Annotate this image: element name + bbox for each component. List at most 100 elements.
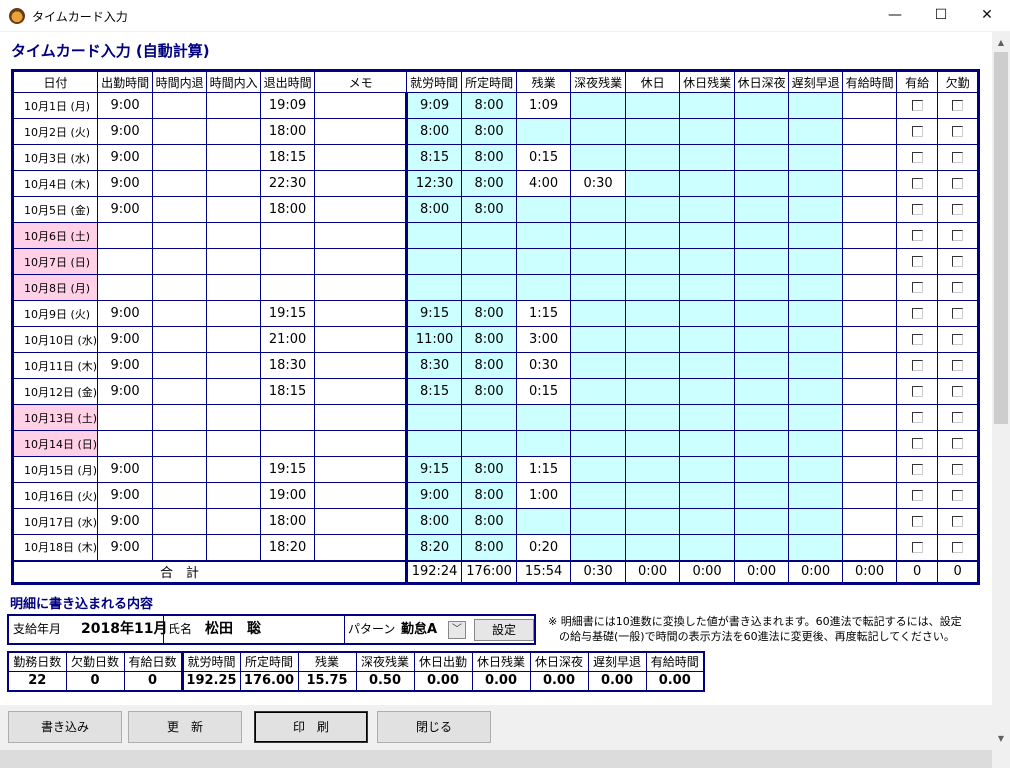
time-cell[interactable]: 12:30 <box>405 170 463 197</box>
pattern-dropdown-icon[interactable]: ﹀ <box>448 621 466 639</box>
time-cell[interactable] <box>679 300 736 327</box>
scroll-thumb[interactable] <box>994 52 1008 424</box>
time-cell[interactable] <box>152 430 208 457</box>
time-cell[interactable] <box>206 456 262 483</box>
absent-checkbox[interactable] <box>952 386 964 397</box>
time-cell[interactable] <box>734 326 790 353</box>
time-cell[interactable] <box>152 92 208 119</box>
time-cell[interactable] <box>625 300 681 327</box>
time-cell[interactable] <box>625 92 681 119</box>
time-cell[interactable] <box>152 300 208 327</box>
checkbox-cell[interactable] <box>937 404 980 431</box>
time-cell[interactable] <box>206 222 262 249</box>
time-cell[interactable]: 11:00 <box>405 326 463 353</box>
time-cell[interactable] <box>570 300 627 327</box>
time-cell[interactable] <box>734 196 790 223</box>
time-cell[interactable] <box>842 404 898 431</box>
time-cell[interactable] <box>570 326 627 353</box>
time-cell[interactable] <box>842 118 898 145</box>
time-cell[interactable] <box>625 326 681 353</box>
time-cell[interactable]: 18:00 <box>260 196 316 223</box>
checkbox-cell[interactable] <box>896 352 939 379</box>
time-cell[interactable]: 4:00 <box>516 170 572 197</box>
paid-checkbox[interactable] <box>911 308 923 319</box>
time-cell[interactable] <box>625 534 681 561</box>
time-cell[interactable]: 9:00 <box>97 352 154 379</box>
time-cell[interactable] <box>152 482 208 509</box>
time-cell[interactable] <box>206 92 262 119</box>
time-cell[interactable]: 9:00 <box>97 482 154 509</box>
time-cell[interactable] <box>679 144 736 171</box>
checkbox-cell[interactable] <box>937 118 980 145</box>
time-cell[interactable]: 8:00 <box>405 196 463 223</box>
checkbox-cell[interactable] <box>896 170 939 197</box>
time-cell[interactable] <box>152 326 208 353</box>
absent-checkbox[interactable] <box>952 438 964 449</box>
time-cell[interactable]: 9:15 <box>405 300 463 327</box>
time-cell[interactable] <box>734 118 790 145</box>
time-cell[interactable] <box>734 144 790 171</box>
time-cell[interactable] <box>842 508 898 535</box>
time-cell[interactable] <box>152 456 208 483</box>
time-cell[interactable]: 8:00 <box>461 196 518 223</box>
time-cell[interactable] <box>625 404 681 431</box>
time-cell[interactable] <box>152 248 208 275</box>
time-cell[interactable] <box>842 352 898 379</box>
time-cell[interactable] <box>314 482 408 509</box>
time-cell[interactable] <box>260 222 316 249</box>
time-cell[interactable]: 8:00 <box>461 326 518 353</box>
checkbox-cell[interactable] <box>937 248 980 275</box>
time-cell[interactable] <box>842 170 898 197</box>
time-cell[interactable]: 9:00 <box>97 508 154 535</box>
time-cell[interactable] <box>679 430 736 457</box>
checkbox-cell[interactable] <box>937 508 980 535</box>
time-cell[interactable] <box>734 274 790 301</box>
time-cell[interactable] <box>206 430 262 457</box>
time-cell[interactable] <box>314 144 408 171</box>
time-cell[interactable] <box>842 482 898 509</box>
checkbox-cell[interactable] <box>896 326 939 353</box>
checkbox-cell[interactable] <box>896 118 939 145</box>
time-cell[interactable] <box>625 456 681 483</box>
time-cell[interactable]: 3:00 <box>516 326 572 353</box>
checkbox-cell[interactable] <box>896 248 939 275</box>
checkbox-cell[interactable] <box>937 196 980 223</box>
time-cell[interactable] <box>570 404 627 431</box>
time-cell[interactable]: 21:00 <box>260 326 316 353</box>
time-cell[interactable]: 1:15 <box>516 300 572 327</box>
print-button[interactable]: 印 刷 <box>254 711 368 743</box>
time-cell[interactable] <box>570 430 627 457</box>
time-cell[interactable] <box>842 92 898 119</box>
checkbox-cell[interactable] <box>896 456 939 483</box>
paid-checkbox[interactable] <box>911 126 923 137</box>
time-cell[interactable] <box>405 274 463 301</box>
time-cell[interactable] <box>152 352 208 379</box>
checkbox-cell[interactable] <box>896 92 939 119</box>
absent-checkbox[interactable] <box>952 334 964 345</box>
checkbox-cell[interactable] <box>937 326 980 353</box>
time-cell[interactable] <box>516 404 572 431</box>
time-cell[interactable] <box>405 404 463 431</box>
vertical-scrollbar[interactable]: ▲ ▼ <box>992 32 1010 768</box>
time-cell[interactable] <box>625 248 681 275</box>
time-cell[interactable] <box>625 378 681 405</box>
time-cell[interactable] <box>734 92 790 119</box>
time-cell[interactable] <box>734 430 790 457</box>
time-cell[interactable] <box>152 508 208 535</box>
time-cell[interactable]: 9:09 <box>405 92 463 119</box>
time-cell[interactable] <box>152 378 208 405</box>
time-cell[interactable] <box>314 274 408 301</box>
time-cell[interactable] <box>788 248 844 275</box>
time-cell[interactable]: 9:00 <box>97 92 154 119</box>
paid-checkbox[interactable] <box>911 152 923 163</box>
time-cell[interactable]: 8:00 <box>461 300 518 327</box>
time-cell[interactable]: 18:15 <box>260 378 316 405</box>
time-cell[interactable] <box>842 248 898 275</box>
time-cell[interactable] <box>842 144 898 171</box>
checkbox-cell[interactable] <box>896 430 939 457</box>
time-cell[interactable] <box>788 508 844 535</box>
time-cell[interactable] <box>206 274 262 301</box>
checkbox-cell[interactable] <box>937 274 980 301</box>
time-cell[interactable] <box>260 404 316 431</box>
time-cell[interactable]: 8:20 <box>405 534 463 561</box>
